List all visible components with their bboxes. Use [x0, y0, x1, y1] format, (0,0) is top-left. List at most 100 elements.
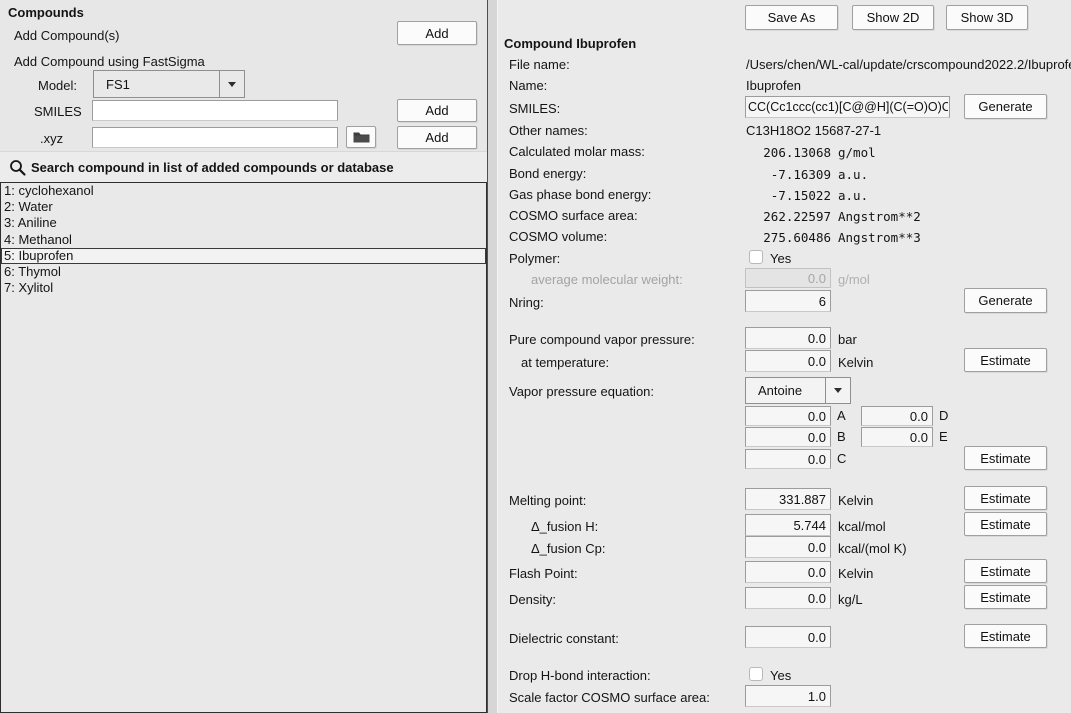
compounds-panel: Compounds Add Compound(s) Add Add Compou… [0, 0, 487, 713]
at-temperature-label: at temperature: [521, 355, 609, 370]
vapor-pressure-unit: bar [838, 332, 857, 347]
dielectric-input[interactable] [745, 626, 831, 648]
vp-equation-select[interactable]: Antoine [745, 377, 851, 404]
flash-point-input[interactable] [745, 561, 831, 583]
bond-energy-value: -7.16309 [666, 167, 831, 182]
xyz-add-button[interactable]: Add [397, 126, 477, 149]
fusion-cp-label: Δ_fusion Cp: [531, 541, 605, 556]
list-item-thymol[interactable]: 6: Thymol [1, 264, 486, 280]
search-bar[interactable]: Search compound in list of added compoun… [0, 151, 487, 182]
coef-c-input[interactable] [745, 449, 831, 469]
dielectric-estimate-button[interactable]: Estimate [964, 624, 1047, 648]
xyz-file-input[interactable] [92, 127, 338, 148]
show-3d-button[interactable]: Show 3D [946, 5, 1028, 30]
molar-mass-value: 206.13068 [666, 145, 831, 160]
chevron-down-icon [825, 378, 850, 403]
coef-b-label: B [837, 429, 846, 444]
molar-mass-label: Calculated molar mass: [509, 144, 645, 159]
fusion-cp-unit: kcal/(mol K) [838, 541, 907, 556]
search-label: Search compound in list of added compoun… [31, 160, 394, 175]
fusion-h-unit: kcal/mol [838, 519, 886, 534]
smiles-add-button[interactable]: Add [397, 99, 477, 122]
fusion-cp-input[interactable] [745, 536, 831, 558]
gas-bond-energy-label: Gas phase bond energy: [509, 187, 651, 202]
scale-factor-label: Scale factor COSMO surface area: [509, 690, 710, 705]
density-unit: kg/L [838, 592, 863, 607]
drop-hbond-yes-label: Yes [770, 668, 791, 683]
avg-mw-label: average molecular weight: [531, 272, 683, 287]
nring-generate-button[interactable]: Generate [964, 288, 1047, 313]
fusion-h-input[interactable] [745, 514, 831, 536]
density-input[interactable] [745, 587, 831, 609]
model-select[interactable]: FS1 [93, 70, 245, 98]
fusion-h-estimate-button[interactable]: Estimate [964, 512, 1047, 536]
vapor-pressure-label: Pure compound vapor pressure: [509, 332, 695, 347]
show-2d-button[interactable]: Show 2D [852, 5, 934, 30]
file-name-value: /Users/chen/WL-cal/update/crscompound202… [746, 57, 1071, 72]
compound-title: Compound Ibuprofen [504, 36, 636, 51]
density-label: Density: [509, 592, 556, 607]
avg-mw-input [745, 268, 831, 288]
melting-point-estimate-button[interactable]: Estimate [964, 486, 1047, 510]
add-compounds-button[interactable]: Add [397, 21, 477, 45]
smiles-generate-button[interactable]: Generate [964, 94, 1047, 119]
coef-c-label: C [837, 451, 846, 466]
polymer-label: Polymer: [509, 251, 560, 266]
save-as-button[interactable]: Save As [745, 5, 838, 30]
bond-energy-unit: a.u. [838, 167, 868, 182]
flash-point-estimate-button[interactable]: Estimate [964, 559, 1047, 583]
xyz-browse-button[interactable] [346, 126, 376, 148]
at-temperature-input[interactable] [745, 350, 831, 372]
other-names-label: Other names: [509, 123, 588, 138]
search-icon [9, 159, 27, 177]
coef-d-input[interactable] [861, 406, 933, 426]
dielectric-label: Dielectric constant: [509, 631, 619, 646]
vapor-pressure-input[interactable] [745, 327, 831, 349]
coefficients-estimate-button[interactable]: Estimate [964, 446, 1047, 470]
density-estimate-button[interactable]: Estimate [964, 585, 1047, 609]
list-item-water[interactable]: 2: Water [1, 199, 486, 215]
xyz-add-label: .xyz [40, 131, 63, 146]
coef-d-label: D [939, 408, 948, 423]
smiles-add-input[interactable] [92, 100, 338, 121]
melting-point-input[interactable] [745, 488, 831, 510]
list-item-methanol[interactable]: 4: Methanol [1, 232, 486, 248]
cosmo-area-value: 262.22597 [666, 209, 831, 224]
compounds-panel-title: Compounds [8, 5, 84, 20]
fusion-h-label: Δ_fusion H: [531, 519, 598, 534]
coef-b-input[interactable] [745, 427, 831, 447]
molar-mass-unit: g/mol [838, 145, 876, 160]
drop-hbond-checkbox[interactable] [749, 667, 763, 681]
vapor-pressure-estimate-button[interactable]: Estimate [964, 348, 1047, 372]
drop-hbond-label: Drop H-bond interaction: [509, 668, 651, 683]
smiles-label: SMILES: [509, 101, 560, 116]
gas-bond-energy-unit: a.u. [838, 188, 868, 203]
bond-energy-label: Bond energy: [509, 166, 586, 181]
cosmo-volume-value: 275.60486 [666, 230, 831, 245]
smiles-add-label: SMILES [34, 104, 82, 119]
flash-point-unit: Kelvin [838, 566, 873, 581]
melting-point-unit: Kelvin [838, 493, 873, 508]
coef-a-input[interactable] [745, 406, 831, 426]
panel-splitter[interactable] [487, 0, 497, 713]
nring-input[interactable] [745, 290, 831, 312]
flash-point-label: Flash Point: [509, 566, 578, 581]
list-item-xylitol[interactable]: 7: Xylitol [1, 280, 486, 296]
cosmo-volume-unit: Angstrom**3 [838, 230, 921, 245]
model-label: Model: [38, 78, 77, 93]
coef-e-input[interactable] [861, 427, 933, 447]
list-item-cyclohexanol[interactable]: 1: cyclohexanol [1, 183, 486, 199]
add-compounds-label: Add Compound(s) [14, 28, 120, 43]
compound-list[interactable]: 1: cyclohexanol 2: Water 3: Aniline 4: M… [0, 182, 487, 713]
list-item-aniline[interactable]: 3: Aniline [1, 215, 486, 231]
polymer-checkbox[interactable] [749, 250, 763, 264]
chevron-down-icon [219, 71, 244, 97]
smiles-input[interactable] [745, 96, 950, 118]
avg-mw-unit: g/mol [838, 272, 870, 287]
cosmo-volume-label: COSMO volume: [509, 229, 607, 244]
list-item-ibuprofen-selected[interactable]: 5: Ibuprofen [1, 248, 486, 264]
scale-factor-input[interactable] [745, 685, 831, 707]
gas-bond-energy-value: -7.15022 [666, 188, 831, 203]
at-temperature-unit: Kelvin [838, 355, 873, 370]
cosmo-area-label: COSMO surface area: [509, 208, 638, 223]
